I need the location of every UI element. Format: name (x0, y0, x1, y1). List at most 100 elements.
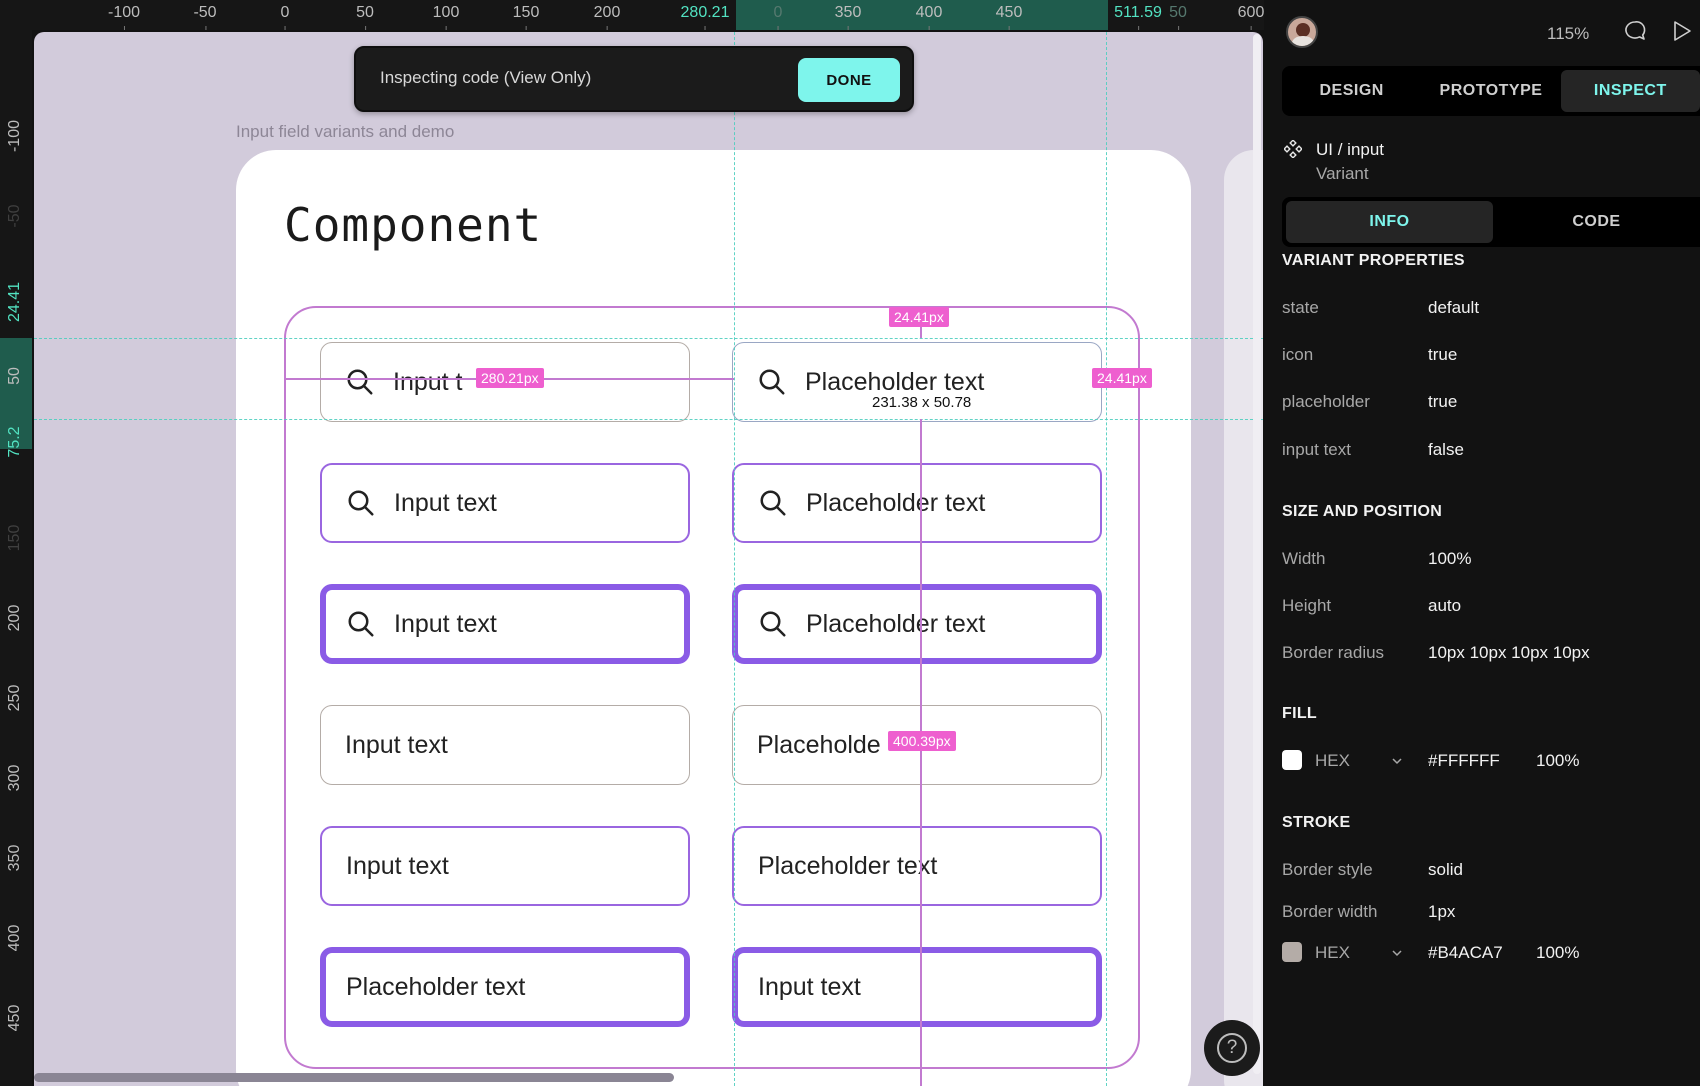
tab-info[interactable]: INFO (1286, 201, 1493, 243)
prop-key: Border radius (1282, 643, 1385, 662)
input-field-variant[interactable]: Placeholder text (732, 463, 1102, 543)
component-variant-icon (1284, 140, 1302, 158)
input-field-text: Input text (394, 609, 497, 638)
ruler-tick: 50 (1169, 4, 1187, 30)
bottom-distance-tag: 400.39px (888, 731, 956, 751)
input-field-text: Input text (394, 488, 497, 517)
prop-value[interactable]: 10px 10px 10px 10px (1428, 643, 1590, 663)
comment-icon[interactable] (1623, 19, 1647, 43)
ruler-tick: 350 (6, 844, 23, 872)
input-field-variant[interactable]: Placeholder text (732, 826, 1102, 906)
ruler-tick-selection: 75.2 (6, 426, 23, 458)
chevron-down-icon[interactable] (1390, 754, 1404, 768)
search-icon (760, 611, 786, 637)
board-title[interactable]: Component (284, 198, 542, 252)
chevron-down-icon[interactable] (1390, 946, 1404, 960)
ruler-tick: 50 (356, 4, 374, 30)
input-field-text: Input text (346, 851, 449, 880)
input-field-text: Placeholder text (806, 488, 986, 517)
component-board[interactable]: Component Input t Placeholder text Input… (236, 150, 1191, 1086)
ruler-tick: 0 (773, 4, 783, 30)
selection-guide-right (1106, 32, 1107, 1086)
tab-code[interactable]: CODE (1493, 201, 1700, 243)
input-field-text: Input text (758, 972, 861, 1001)
input-field-text: Input t (393, 367, 463, 396)
design-canvas[interactable]: Input field variants and demo Component … (34, 32, 1263, 1086)
inspect-mode-toast: Inspecting code (View Only) DONE (354, 46, 914, 112)
inspect-mode-text: Inspecting code (View Only) (380, 68, 592, 87)
stroke-hex-value[interactable]: #B4ACA7 (1428, 943, 1503, 963)
input-field-variant[interactable]: Input text (320, 705, 690, 785)
section-title-fill: FILL (1282, 705, 1317, 722)
stroke-opacity[interactable]: 100% (1536, 943, 1579, 963)
input-field-text: Placeholder text (805, 367, 985, 396)
tab-prototype[interactable]: PROTOTYPE (1421, 66, 1560, 116)
play-icon[interactable] (1672, 20, 1692, 42)
prop-value[interactable]: 1px (1428, 902, 1455, 922)
user-avatar[interactable] (1286, 16, 1318, 48)
tab-design[interactable]: DESIGN (1282, 66, 1421, 116)
prop-value[interactable]: false (1428, 440, 1464, 460)
ruler-tick: 350 (834, 4, 862, 30)
selection-guide-left (734, 32, 735, 1086)
ruler-tick-selection-start: 280.21 (680, 4, 730, 30)
help-button[interactable]: ? (1204, 1020, 1260, 1076)
ruler-tick: 600 (1237, 4, 1264, 30)
prop-value[interactable]: auto (1428, 596, 1461, 616)
input-field-variant[interactable]: Input text (320, 584, 690, 664)
ruler-tick: 50 (6, 367, 23, 385)
input-field-text: Placeholde (757, 730, 881, 759)
ruler-tick: -50 (193, 4, 217, 30)
input-field-text: Placeholder text (758, 851, 938, 880)
component-name: UI / input (1316, 140, 1385, 159)
fill-opacity[interactable]: 100% (1536, 751, 1579, 771)
ruler-tick: 400 (6, 924, 23, 952)
prop-value[interactable]: true (1428, 345, 1457, 365)
selection-guide-bottom (34, 419, 1263, 420)
ruler-tick: 300 (6, 764, 23, 792)
ruler-tick: 150 (6, 524, 23, 552)
ruler-tick: 0 (280, 4, 290, 30)
fill-color-swatch[interactable] (1282, 750, 1302, 770)
tab-inspect[interactable]: INSPECT (1560, 70, 1700, 112)
ruler-tick-selection-end: 511.59 (1114, 4, 1162, 30)
ruler-tick: 450 (995, 4, 1023, 30)
component-type: Variant (1316, 164, 1369, 183)
prop-value[interactable]: default (1428, 298, 1479, 318)
input-field-variant[interactable]: Input text (320, 826, 690, 906)
prop-value[interactable]: 100% (1428, 549, 1471, 569)
input-field-variant[interactable]: Input text (320, 463, 690, 543)
done-button[interactable]: DONE (798, 58, 900, 102)
prop-key: Border style (1282, 860, 1373, 879)
right-gap-tag: 24.41px (1092, 368, 1152, 388)
ruler-tick-selection: 24.41 (6, 281, 23, 323)
canvas-horizontal-scrollbar[interactable] (34, 1073, 674, 1082)
ruler-tick: 200 (6, 604, 23, 632)
prop-value[interactable]: true (1428, 392, 1457, 412)
input-field-variant[interactable]: Placeholder text (320, 947, 690, 1027)
ruler-tick: 400 (915, 4, 943, 30)
stroke-color-swatch[interactable] (1282, 942, 1302, 962)
input-field-variant[interactable]: Placeholder text (732, 584, 1102, 664)
prop-key: icon (1282, 345, 1314, 364)
zoom-level[interactable]: 115% (1547, 24, 1589, 44)
prop-key: state (1282, 298, 1319, 317)
selection-guide-top (34, 338, 1263, 339)
prop-value[interactable]: solid (1428, 860, 1463, 880)
section-title-variant: VARIANT PROPERTIES (1282, 252, 1465, 269)
question-icon: ? (1217, 1033, 1247, 1063)
stroke-format-label[interactable]: HEX (1315, 943, 1350, 963)
fill-format-label[interactable]: HEX (1315, 751, 1350, 771)
input-field-variant[interactable]: Input text (732, 947, 1102, 1027)
fill-hex-value[interactable]: #FFFFFF (1428, 751, 1500, 771)
section-title-stroke: STROKE (1282, 814, 1351, 831)
frame-label[interactable]: Input field variants and demo (236, 122, 454, 142)
main-tabs: DESIGN PROTOTYPE INSPECT (1282, 66, 1700, 116)
canvas-vertical-scrollbar[interactable] (1253, 34, 1261, 1074)
prop-key: Height (1282, 596, 1332, 615)
ruler-tick: 450 (6, 1004, 23, 1032)
search-icon (348, 490, 374, 516)
selection-size-label: 231.38 x 50.78 (872, 394, 972, 411)
ruler-tick: -50 (6, 204, 23, 228)
search-icon (348, 611, 374, 637)
